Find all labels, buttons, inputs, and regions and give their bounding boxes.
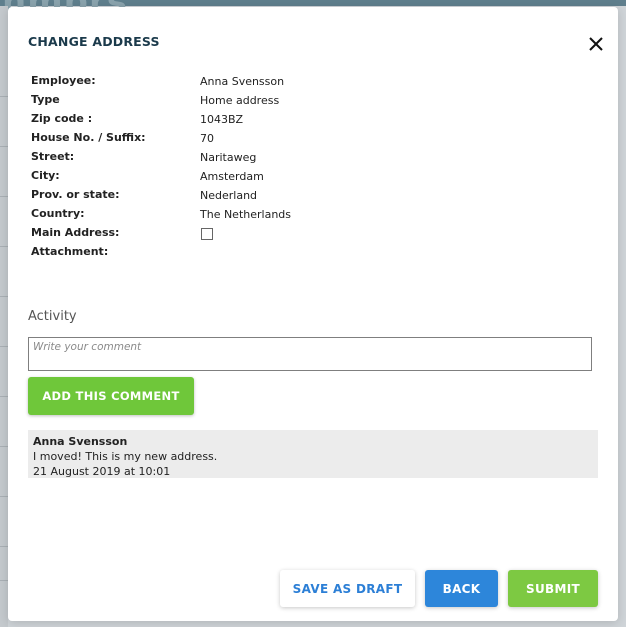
save-as-draft-button[interactable]: SAVE AS DRAFT (280, 570, 415, 607)
comment-timestamp: 21 August 2019 at 10:01 (33, 465, 171, 478)
main-address-checkbox[interactable] (201, 228, 213, 240)
comment-item: Anna Svensson I moved! This is my new ad… (28, 430, 598, 478)
detail-label: Country: (31, 207, 85, 220)
activity-heading: Activity (28, 309, 77, 324)
detail-value: Home address (200, 94, 280, 107)
detail-label: Street: (31, 150, 75, 163)
detail-label: Employee: (31, 74, 96, 87)
close-button[interactable] (586, 34, 606, 54)
detail-label: City: (31, 169, 60, 182)
dialog-title: CHANGE ADDRESS (28, 34, 160, 49)
add-comment-button[interactable]: ADD THIS COMMENT (28, 377, 194, 415)
change-address-dialog: CHANGE ADDRESS Employee: Anna Svensson T… (8, 7, 618, 621)
submit-button[interactable]: SUBMIT (508, 570, 598, 607)
back-button[interactable]: BACK (425, 570, 498, 607)
detail-value: Anna Svensson (200, 75, 285, 88)
detail-label: Type (31, 93, 60, 106)
comment-author: Anna Svensson (33, 435, 128, 448)
close-icon (589, 37, 603, 51)
detail-label: Prov. or state: (31, 188, 120, 201)
background-sidebar (0, 6, 8, 627)
detail-value: Nederland (200, 189, 258, 202)
detail-value: 1043BZ (200, 113, 244, 126)
detail-label: Zip code : (31, 112, 93, 125)
detail-value: Amsterdam (200, 170, 264, 183)
comment-input[interactable] (28, 337, 592, 371)
comment-text: I moved! This is my new address. (33, 450, 218, 463)
detail-label: Attachment: (31, 245, 109, 258)
detail-label: Main Address: (31, 226, 120, 239)
detail-label: House No. / Suffix: (31, 131, 146, 144)
detail-value: The Netherlands (200, 208, 292, 221)
detail-value: 70 (200, 132, 214, 145)
detail-value: Naritaweg (200, 151, 257, 164)
